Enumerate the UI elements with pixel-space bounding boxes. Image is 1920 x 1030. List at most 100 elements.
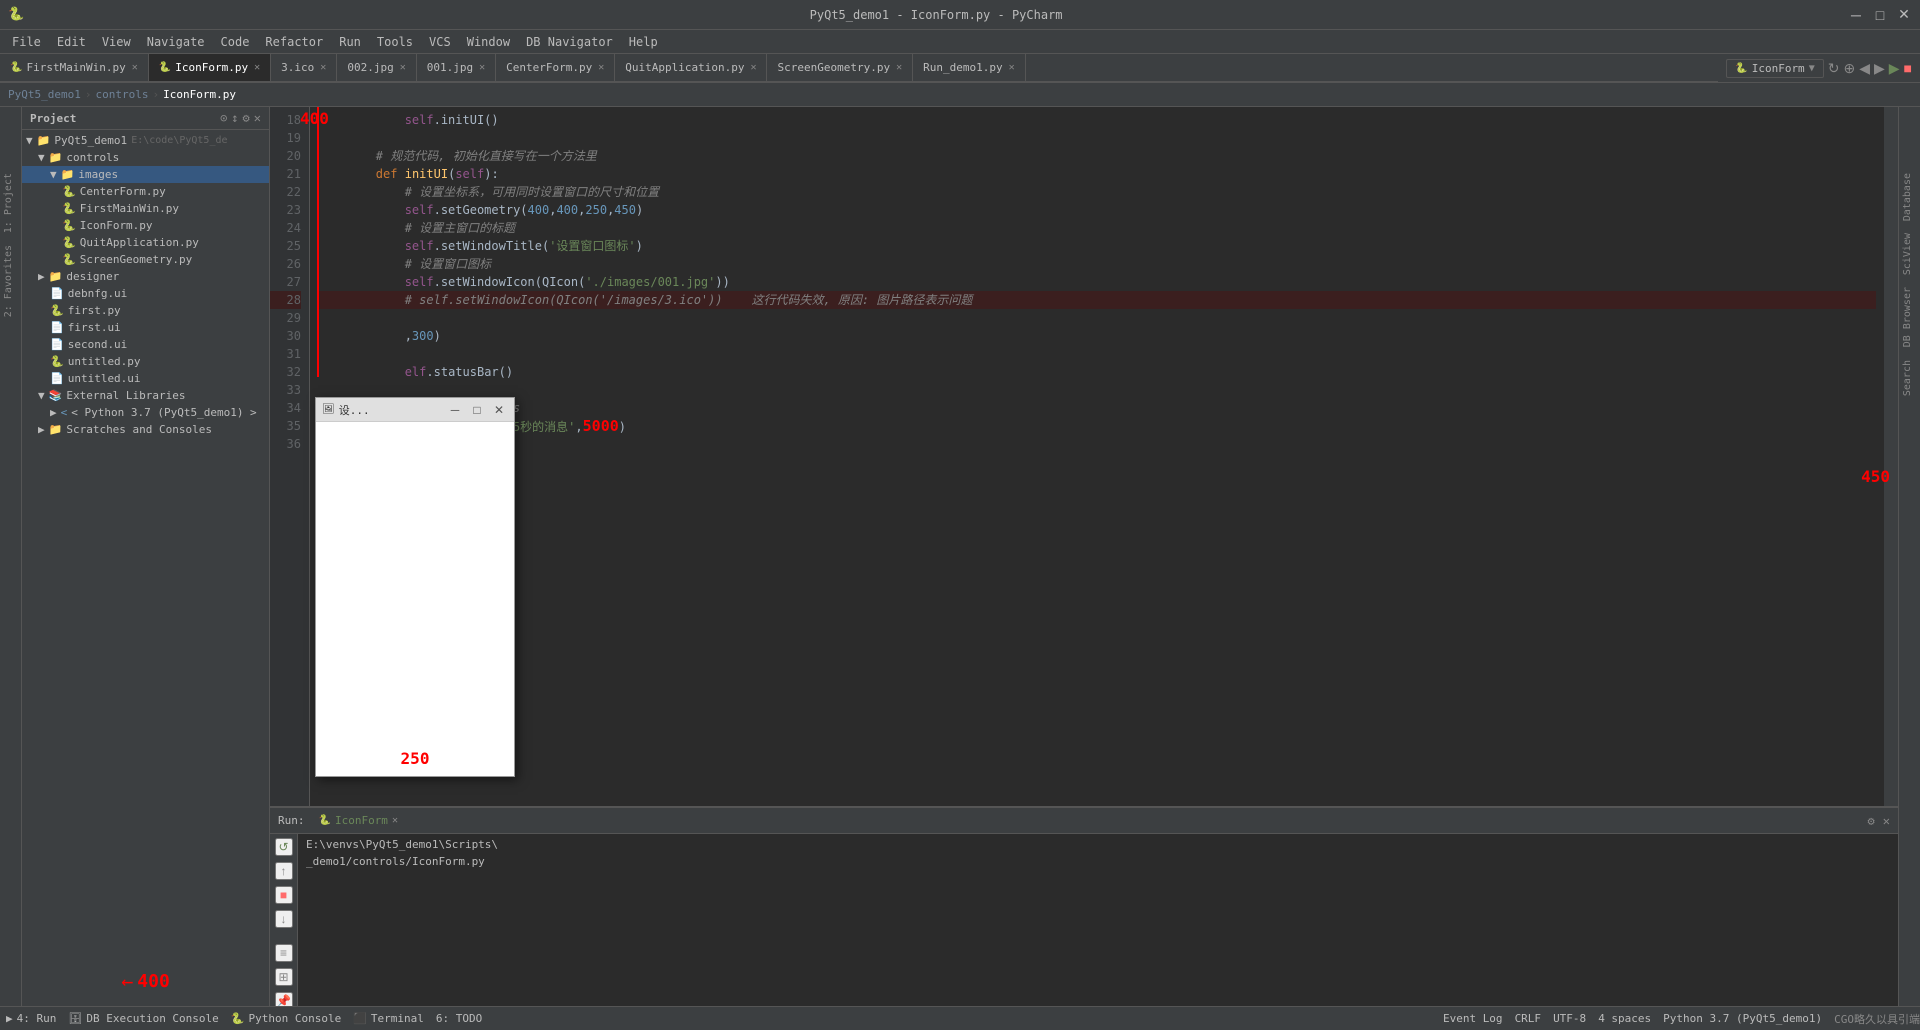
run-path-1: E:\venvs\PyQt5_demo1\Scripts\ — [306, 838, 1890, 851]
tab-ico[interactable]: 3.ico ✕ — [271, 54, 337, 82]
menu-tools[interactable]: Tools — [369, 33, 421, 51]
event-log-button[interactable]: Event Log — [1443, 1012, 1503, 1025]
right-tab-search[interactable]: Search — [1899, 354, 1920, 402]
menu-db-navigator[interactable]: DB Navigator — [518, 33, 621, 51]
tree-screengeom[interactable]: 🐍 ScreenGeometry.py — [22, 251, 269, 268]
right-tab-sciview[interactable]: SciView — [1899, 227, 1920, 281]
right-tab-database[interactable]: Database — [1899, 167, 1920, 227]
locate-icon[interactable]: ⊙ — [220, 111, 227, 125]
stop-run-button[interactable]: ■ — [275, 886, 293, 904]
add-config-button[interactable]: ⊕ — [1843, 60, 1855, 77]
nav-back-button[interactable]: ◀ — [1859, 60, 1870, 77]
tree-python37[interactable]: ▶ < < Python 3.7 (PyQt5_demo1) > — [22, 404, 269, 421]
soft-wrap-button[interactable]: ≡ — [275, 944, 293, 962]
popup-window[interactable]: 🖼 设... ─ □ ✕ 250 — [315, 397, 515, 777]
tab-quitapp[interactable]: QuitApplication.py ✕ — [615, 54, 767, 82]
tree-scratches[interactable]: ▶ 📁 Scratches and Consoles — [22, 421, 269, 438]
right-tab-dbbrowser[interactable]: DB Browser — [1899, 281, 1920, 353]
menu-run[interactable]: Run — [331, 33, 369, 51]
menu-edit[interactable]: Edit — [49, 33, 94, 51]
tree-first-ui[interactable]: 📄 first.ui — [22, 319, 269, 336]
tree-controls[interactable]: ▼ 📁 controls — [22, 149, 269, 166]
popup-minimize-button[interactable]: ─ — [446, 401, 464, 419]
menu-help[interactable]: Help — [621, 33, 666, 51]
tree-second-ui[interactable]: 📄 second.ui — [22, 336, 269, 353]
popup-maximize-button[interactable]: □ — [468, 401, 486, 419]
menu-navigate[interactable]: Navigate — [139, 33, 213, 51]
tree-firstmainwin[interactable]: 🐍 FirstMainWin.py — [22, 200, 269, 217]
close-button[interactable]: ✕ — [1896, 7, 1912, 23]
menu-view[interactable]: View — [94, 33, 139, 51]
tab-001jpg[interactable]: 001.jpg ✕ — [417, 54, 496, 82]
sidebar-tab-favorites[interactable]: 2: Favorites — [0, 239, 21, 323]
tab-screengeom[interactable]: ScreenGeometry.py ✕ — [767, 54, 913, 82]
popup-title-bar[interactable]: 🖼 设... ─ □ ✕ — [316, 398, 514, 422]
tab-close-3[interactable]: ✕ — [400, 62, 406, 73]
todo-button[interactable]: 6: TODO — [430, 1010, 488, 1027]
refresh-button[interactable]: ↻ — [1828, 60, 1840, 77]
minimize-button[interactable]: ─ — [1848, 7, 1864, 23]
scroll-up-button[interactable]: ↑ — [275, 862, 293, 880]
tab-rundemo[interactable]: Run_demo1.py ✕ — [913, 54, 1026, 82]
nav-forward-button[interactable]: ▶ — [1874, 60, 1885, 77]
run-button[interactable]: ▶ — [1889, 60, 1900, 77]
tree-designer[interactable]: ▶ 📁 designer — [22, 268, 269, 285]
run-settings-icon[interactable]: ⚙ — [1868, 814, 1875, 828]
pin-button[interactable]: 📌 — [275, 992, 293, 1006]
tree-images[interactable]: ▼ 📁 images — [22, 166, 269, 183]
run-config-dropdown[interactable]: 🐍 IconForm ▼ — [1726, 59, 1823, 78]
rerun-button[interactable]: ↺ — [275, 838, 293, 856]
terminal-button[interactable]: ⬛ Terminal — [347, 1010, 430, 1027]
run-tab-iconform[interactable]: 🐍 IconForm ✕ — [313, 812, 404, 829]
tab-close-6[interactable]: ✕ — [750, 62, 756, 73]
run-panel-header: Run: 🐍 IconForm ✕ ⚙ ✕ — [270, 808, 1898, 834]
tab-close-8[interactable]: ✕ — [1009, 62, 1015, 73]
tab-firstmainwin[interactable]: 🐍 FirstMainWin.py ✕ — [0, 54, 149, 82]
sidebar-tab-project[interactable]: 1: Project — [0, 167, 21, 239]
menu-vcs[interactable]: VCS — [421, 33, 459, 51]
tab-close-5[interactable]: ✕ — [598, 62, 604, 73]
menu-refactor[interactable]: Refactor — [257, 33, 331, 51]
gear-icon[interactable]: ⚙ — [243, 111, 250, 125]
filter-button[interactable]: ⊞ — [275, 968, 293, 986]
menu-file[interactable]: File — [4, 33, 49, 51]
tree-first-py[interactable]: 🐍 first.py — [22, 302, 269, 319]
tree-iconform[interactable]: 🐍 IconForm.py — [22, 217, 269, 234]
tab-002jpg[interactable]: 002.jpg ✕ — [337, 54, 416, 82]
close-panel-icon[interactable]: ✕ — [254, 111, 261, 125]
tree-untitled-ui[interactable]: 📄 untitled.ui — [22, 370, 269, 387]
db-console-button[interactable]: 🗄 DB Execution Console — [62, 1010, 224, 1027]
menu-code[interactable]: Code — [213, 33, 258, 51]
tab-close-1[interactable]: ✕ — [254, 62, 260, 73]
tree-ext-libs[interactable]: ▼ 📚 External Libraries — [22, 387, 269, 404]
run-tab-close-icon[interactable]: ✕ — [392, 815, 398, 826]
tab-close-7[interactable]: ✕ — [896, 62, 902, 73]
tree-centerform[interactable]: 🐍 CenterForm.py — [22, 183, 269, 200]
menu-window[interactable]: Window — [459, 33, 518, 51]
tab-close-2[interactable]: ✕ — [320, 62, 326, 73]
popup-close-button[interactable]: ✕ — [490, 401, 508, 419]
tab-centerform[interactable]: CenterForm.py ✕ — [496, 54, 615, 82]
breadcrumb-folder[interactable]: controls — [95, 88, 148, 101]
tab-close-0[interactable]: ✕ — [132, 62, 138, 73]
tree-root[interactable]: ▼ 📁 PyQt5_demo1 E:\code\PyQt5_de — [22, 132, 269, 149]
python-version[interactable]: Python 3.7 (PyQt5_demo1) — [1663, 1012, 1822, 1025]
expand-icon[interactable]: ↕ — [231, 111, 238, 125]
breadcrumb-root[interactable]: PyQt5_demo1 — [8, 88, 81, 101]
run-status-button[interactable]: ▶ 4: Run — [0, 1010, 62, 1027]
scroll-down-button[interactable]: ↓ — [275, 910, 293, 928]
tree-quitapp[interactable]: 🐍 QuitApplication.py — [22, 234, 269, 251]
tab-iconform[interactable]: 🐍 IconForm.py ✕ — [149, 54, 271, 82]
stop-button[interactable]: ■ — [1904, 60, 1912, 76]
editor-scrollbar[interactable] — [1884, 107, 1898, 806]
maximize-button[interactable]: □ — [1872, 7, 1888, 23]
tree-untitled-py[interactable]: 🐍 untitled.py — [22, 353, 269, 370]
tab-close-4[interactable]: ✕ — [479, 62, 485, 73]
code-line-31 — [318, 345, 1876, 363]
run-close-icon[interactable]: ✕ — [1883, 814, 1890, 828]
db-icon: 🗄 — [68, 1012, 82, 1025]
code-content[interactable]: self.initUI() # 规范代码, 初始化直接写在一个方法里 def i… — [310, 107, 1884, 806]
tree-debnfg[interactable]: 📄 debnfg.ui — [22, 285, 269, 302]
title-bar: 🐍 PyQt5_demo1 - IconForm.py - PyCharm ─ … — [0, 0, 1920, 30]
python-console-button[interactable]: 🐍 Python Console — [225, 1010, 347, 1027]
